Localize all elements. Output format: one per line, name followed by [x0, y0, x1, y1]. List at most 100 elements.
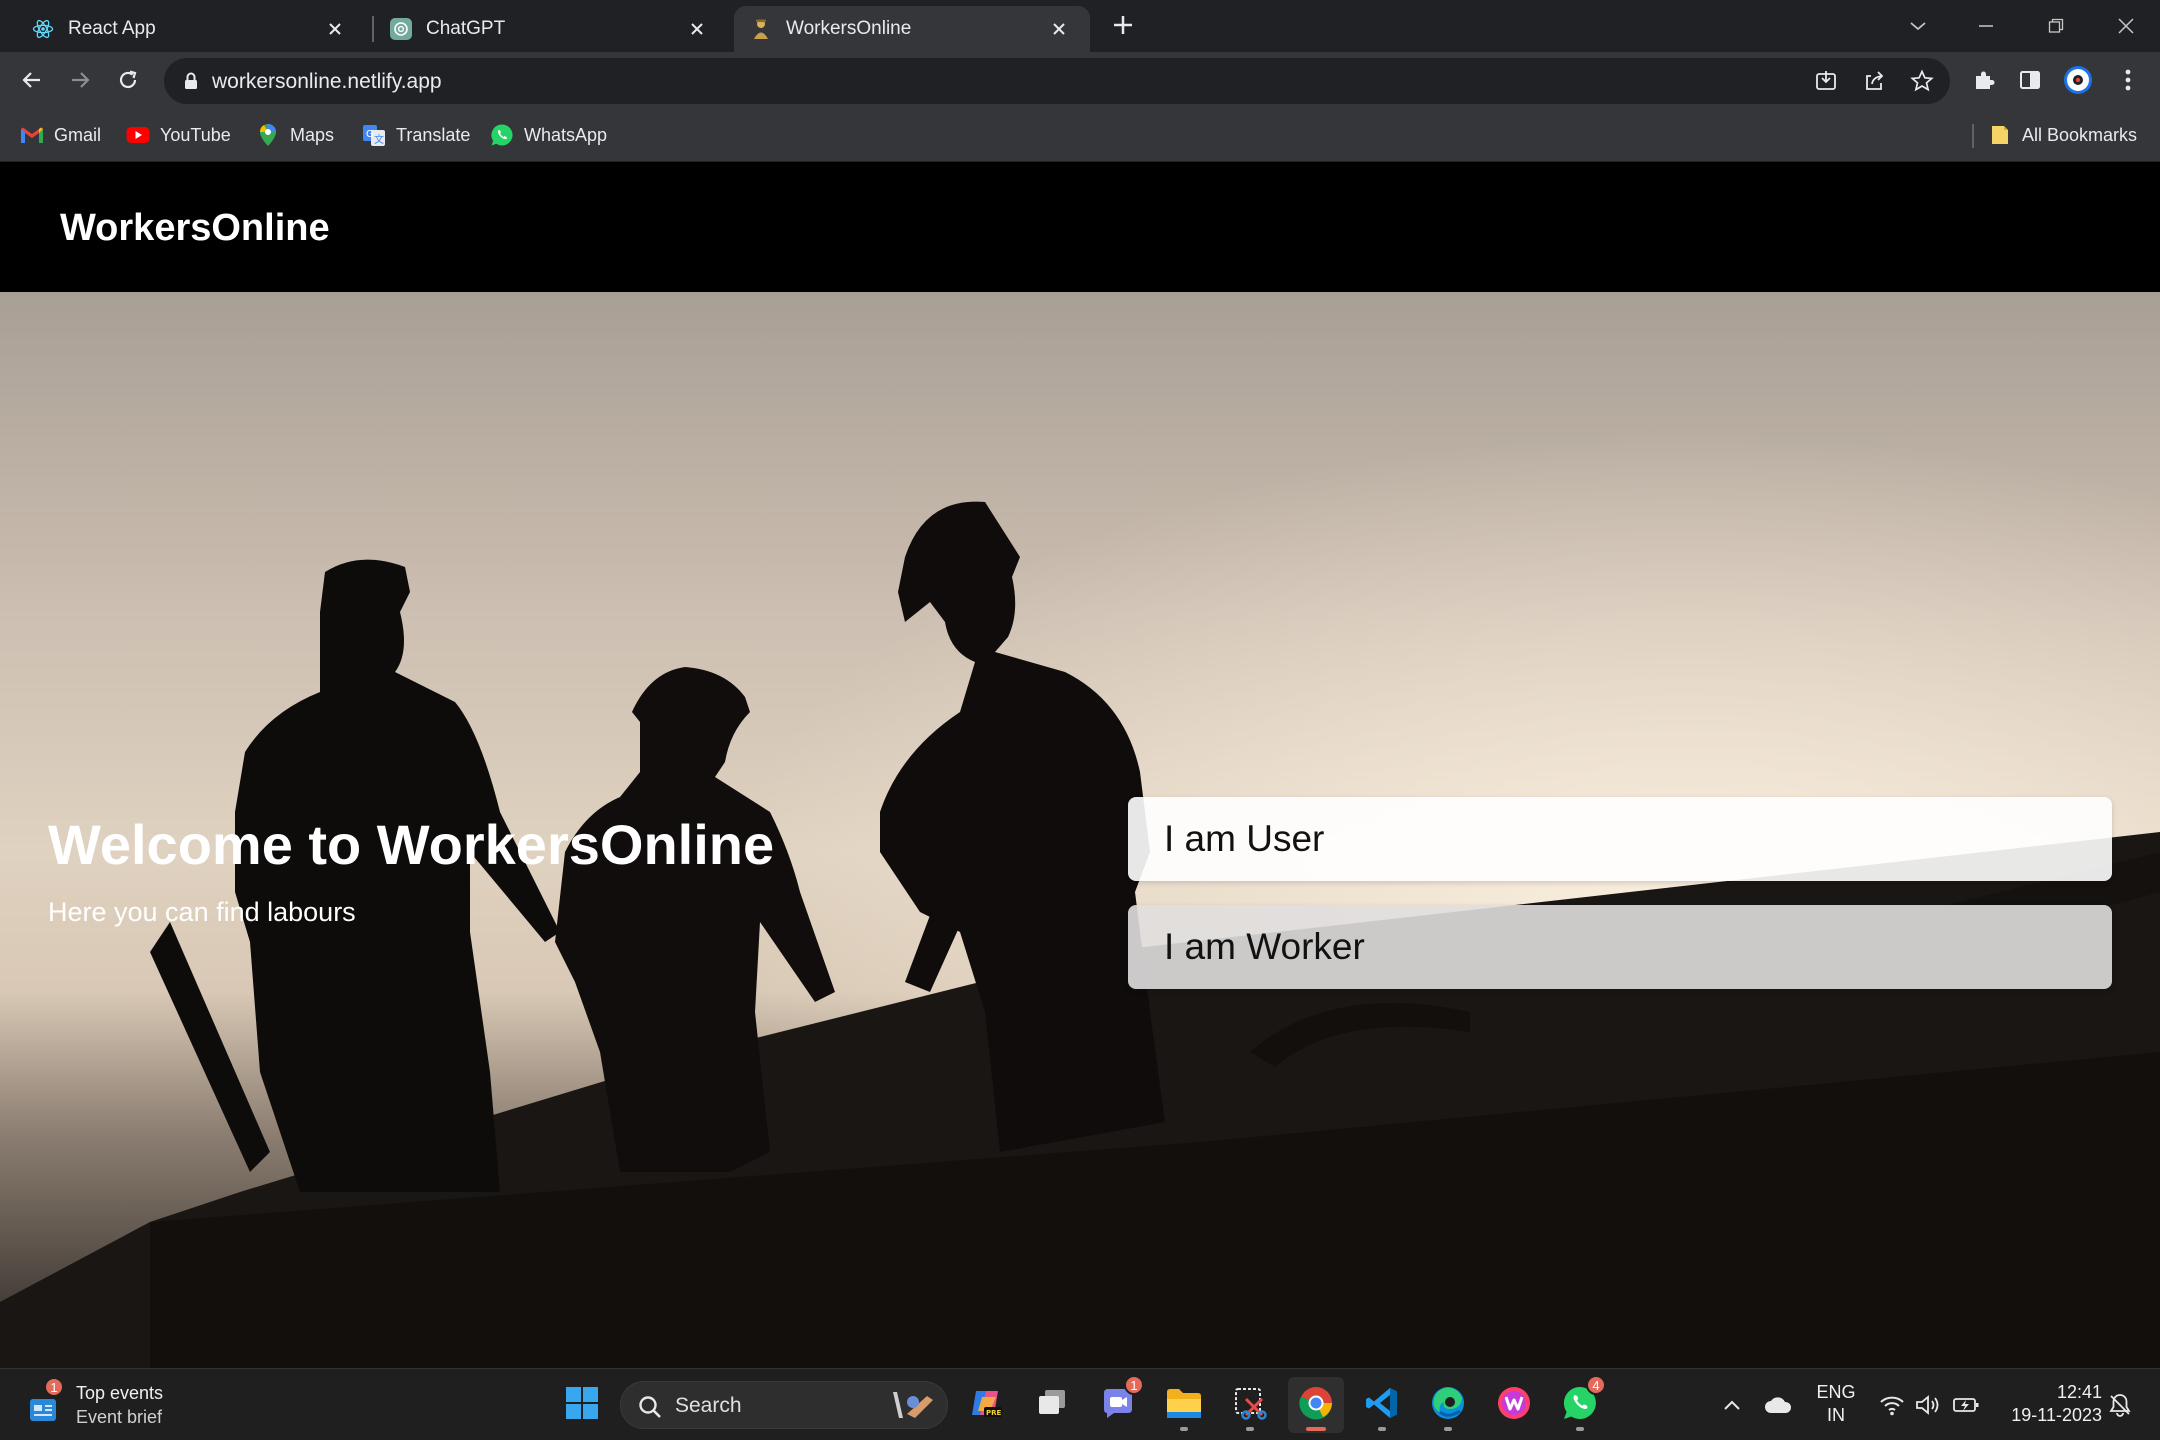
taskbar-app-edge[interactable] — [1420, 1377, 1476, 1433]
svg-text:文: 文 — [374, 133, 384, 146]
tab-title: React App — [68, 18, 156, 39]
widget-subtitle: Event brief — [76, 1407, 163, 1427]
window-close-icon[interactable] — [2106, 8, 2146, 44]
wps-icon — [1496, 1385, 1532, 1426]
restore-icon[interactable] — [2036, 8, 2076, 44]
taskbar-app-snipping-tool[interactable] — [1222, 1377, 1278, 1433]
tab-chatgpt[interactable]: ChatGPT — [376, 6, 728, 52]
bookmark-gmail[interactable]: Gmail — [20, 120, 101, 150]
close-icon[interactable] — [1046, 16, 1072, 42]
notification-badge: 4 — [1586, 1375, 1606, 1395]
chrome-icon — [1298, 1385, 1334, 1426]
workersonline-icon — [750, 18, 772, 40]
svg-text:G: G — [366, 129, 374, 140]
bookmark-label: YouTube — [160, 124, 231, 145]
search-highlight-icon — [887, 1388, 937, 1424]
i-am-worker-button[interactable]: I am Worker — [1128, 905, 2112, 989]
clock-time: 12:41 — [2056, 1382, 2102, 1402]
tab-title: ChatGPT — [426, 18, 506, 39]
bookmark-label: WhatsApp — [524, 124, 608, 145]
tray-overflow-chevron-icon[interactable] — [1716, 1389, 1748, 1421]
taskbar-app-file-explorer[interactable] — [1156, 1377, 1212, 1433]
youtube-icon — [126, 123, 150, 147]
site-brand-logo[interactable]: WorkersOnline — [60, 207, 330, 250]
vscode-icon — [1364, 1385, 1400, 1426]
taskbar-app-teams[interactable]: 1 — [1090, 1375, 1146, 1433]
tab-title: WorkersOnline — [786, 18, 912, 39]
notification-badge: 1 — [1124, 1375, 1144, 1395]
running-indicator — [1378, 1427, 1386, 1431]
taskbar-app-wps-office[interactable] — [1486, 1377, 1542, 1433]
volume-icon[interactable] — [1912, 1389, 1944, 1421]
install-app-icon[interactable] — [1812, 67, 1840, 95]
taskbar-search-box[interactable]: Search — [620, 1381, 948, 1429]
copilot-icon: PRE — [968, 1385, 1004, 1426]
start-button[interactable] — [554, 1377, 610, 1433]
hero-title: Welcome to WorkersOnline — [48, 813, 775, 876]
lock-icon[interactable] — [182, 71, 200, 91]
extensions-puzzle-icon[interactable] — [1968, 64, 2000, 96]
translate-icon: G文 — [362, 123, 386, 147]
bookmark-maps[interactable]: Maps — [256, 120, 334, 150]
running-indicator — [1246, 1427, 1254, 1431]
tab-workersonline[interactable]: WorkersOnline — [734, 6, 1090, 52]
language-indicator[interactable]: ENG IN — [1812, 1381, 1860, 1427]
widgets-button[interactable]: 1 Top events Event brief — [26, 1377, 266, 1431]
battery-icon[interactable] — [1950, 1389, 1982, 1421]
back-arrow-icon[interactable] — [16, 64, 48, 96]
reload-icon[interactable] — [112, 64, 144, 96]
widget-title: Top events — [76, 1383, 164, 1403]
minimize-icon[interactable] — [1966, 8, 2006, 44]
forward-arrow-icon[interactable] — [64, 64, 96, 96]
side-panel-icon[interactable] — [2014, 64, 2046, 96]
profile-avatar-icon[interactable] — [2062, 64, 2094, 96]
react-icon — [32, 18, 54, 40]
whatsapp-icon — [490, 123, 514, 147]
clock[interactable]: 12:41 19-11-2023 — [1990, 1381, 2102, 1427]
tab-react-app[interactable]: React App — [4, 6, 366, 52]
bookmark-translate[interactable]: G文 Translate — [362, 120, 470, 150]
edge-icon — [1430, 1385, 1466, 1426]
search-icon — [637, 1394, 663, 1420]
new-tab-button[interactable] — [1108, 10, 1138, 40]
tab-search-chevron-icon[interactable] — [1898, 8, 1938, 44]
taskbar-app-whatsapp[interactable]: 4 — [1552, 1375, 1608, 1433]
language-line2: IN — [1827, 1405, 1845, 1425]
bookmark-star-icon[interactable] — [1908, 67, 1936, 95]
running-indicator — [1576, 1427, 1584, 1431]
site-navbar: WorkersOnline — [0, 163, 2160, 292]
notification-bell-icon[interactable] — [2104, 1389, 2136, 1421]
all-bookmarks-button[interactable]: All Bookmarks — [1988, 120, 2137, 150]
hero-section: Welcome to WorkersOnline Here you can fi… — [0, 292, 2160, 1368]
address-bar[interactable]: workersonline.netlify.app — [164, 58, 1950, 104]
onedrive-cloud-icon[interactable] — [1762, 1389, 1794, 1421]
running-indicator — [1444, 1427, 1452, 1431]
close-icon[interactable] — [322, 16, 348, 42]
i-am-user-button[interactable]: I am User — [1128, 797, 2112, 881]
menu-kebab-icon[interactable] — [2112, 64, 2144, 96]
taskbar-app-chrome[interactable] — [1288, 1377, 1344, 1433]
share-icon[interactable] — [1860, 67, 1888, 95]
taskbar-app-task-view[interactable] — [1024, 1377, 1080, 1433]
url-text[interactable]: workersonline.netlify.app — [212, 70, 442, 94]
taskbar-app-vscode[interactable] — [1354, 1377, 1410, 1433]
bookmark-label: Maps — [290, 124, 335, 145]
bookmark-whatsapp[interactable]: WhatsApp — [490, 120, 607, 150]
svg-text:PRE: PRE — [986, 1409, 1002, 1417]
bookmarks-bar: Gmail YouTube Maps G文 Translate WhatsApp… — [0, 108, 2160, 162]
snipping-tool-icon — [1232, 1385, 1268, 1426]
taskbar-app-copilot[interactable]: PRE — [958, 1377, 1014, 1433]
windows-logo-icon — [565, 1386, 599, 1425]
all-bookmarks-label: All Bookmarks — [2022, 124, 2138, 145]
running-indicator — [1180, 1427, 1188, 1431]
task-view-icon — [1035, 1386, 1069, 1425]
bookmark-label: Gmail — [54, 124, 102, 145]
clock-date: 19-11-2023 — [2011, 1405, 2102, 1425]
tab-divider — [372, 16, 374, 42]
browser-toolbar: workersonline.netlify.app — [0, 52, 2160, 108]
windows-taskbar: 1 Top events Event brief Search PRE 1 4 … — [0, 1368, 2160, 1440]
bookmarks-divider — [1972, 124, 1974, 148]
close-icon[interactable] — [684, 16, 710, 42]
wifi-icon[interactable] — [1876, 1389, 1908, 1421]
bookmark-youtube[interactable]: YouTube — [126, 120, 231, 150]
